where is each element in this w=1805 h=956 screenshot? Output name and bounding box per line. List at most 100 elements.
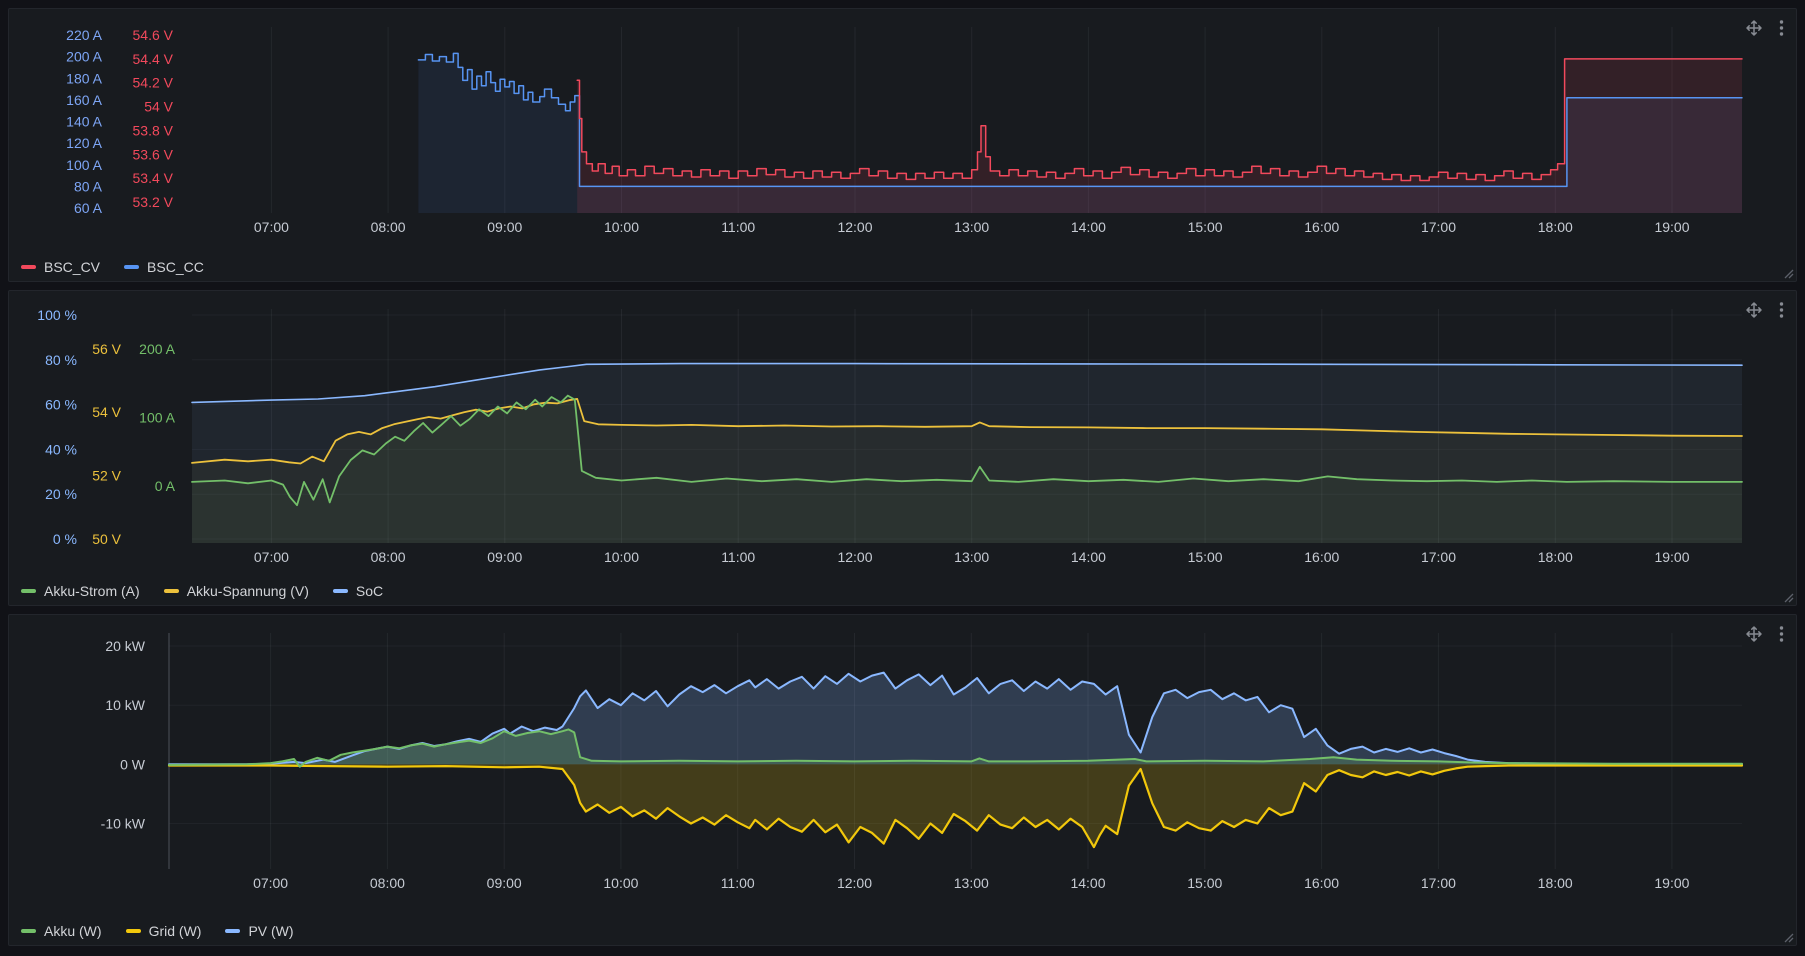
akku-chart: 07:00 08:00 09:00 10:00 11:00 12:00 13:00 14:00…	[17, 297, 1788, 571]
panel-hover-actions	[1745, 19, 1784, 37]
svg-text:11:00: 11:00	[721, 219, 755, 235]
akku-legend: Akku-Strom (A) Akku-Spannung (V) SoC	[21, 584, 383, 598]
svg-text:60 %: 60 %	[45, 397, 77, 413]
svg-text:20 %: 20 %	[45, 486, 77, 502]
svg-text:18:00: 18:00	[1538, 219, 1573, 235]
svg-text:200 A: 200 A	[139, 341, 175, 357]
svg-text:17:00: 17:00	[1421, 219, 1456, 235]
dashboard: 07:00 08:00 09:00 10:00 11:00 12:00 13:00 14:00…	[0, 0, 1805, 956]
svg-text:07:00: 07:00	[253, 875, 288, 891]
chart-canvas: 07:0008:0009:0010:0011:0012:0013:0014:00…	[17, 621, 1788, 911]
legend-label: BSC_CV	[44, 260, 100, 274]
svg-text:12:00: 12:00	[837, 875, 872, 891]
legend-label: Grid (W)	[149, 924, 202, 938]
svg-text:53.8 V: 53.8 V	[133, 122, 174, 138]
svg-text:16:00: 16:00	[1304, 219, 1339, 235]
resize-handle-icon[interactable]	[1782, 591, 1794, 603]
svg-text:08:00: 08:00	[371, 549, 406, 565]
svg-text:140 A: 140 A	[66, 114, 102, 130]
svg-text:14:00: 14:00	[1071, 549, 1106, 565]
svg-text:54.2 V: 54.2 V	[133, 75, 174, 91]
bsc-chart: 07:00 08:00 09:00 10:00 11:00 12:00 13:00 14:00…	[17, 15, 1788, 247]
svg-text:20 kW: 20 kW	[105, 638, 145, 654]
legend-item[interactable]: SoC	[333, 584, 383, 598]
panel-menu-kebab-icon[interactable]	[1779, 301, 1784, 319]
svg-text:10 kW: 10 kW	[105, 697, 145, 713]
svg-text:50 V: 50 V	[92, 531, 121, 547]
legend-swatch-icon	[21, 265, 36, 269]
svg-text:19:00: 19:00	[1654, 219, 1689, 235]
legend-label: Akku-Spannung (V)	[187, 584, 309, 598]
svg-text:0 A: 0 A	[155, 478, 176, 494]
svg-text:200 A: 200 A	[66, 49, 102, 65]
bsc-legend: BSC_CV BSC_CC	[21, 260, 204, 274]
svg-text:08:00: 08:00	[371, 219, 406, 235]
move-panel-icon[interactable]	[1745, 301, 1763, 319]
svg-text:12:00: 12:00	[837, 219, 872, 235]
svg-text:13:00: 13:00	[954, 219, 989, 235]
legend-item[interactable]: Grid (W)	[126, 924, 202, 938]
svg-text:56 V: 56 V	[92, 341, 121, 357]
svg-text:16:00: 16:00	[1304, 875, 1339, 891]
move-panel-icon[interactable]	[1745, 19, 1763, 37]
panel-menu-kebab-icon[interactable]	[1779, 625, 1784, 643]
svg-text:54 V: 54 V	[144, 99, 173, 115]
panel-menu-kebab-icon[interactable]	[1779, 19, 1784, 37]
legend-item[interactable]: Akku-Spannung (V)	[164, 584, 309, 598]
svg-text:54.6 V: 54.6 V	[133, 27, 174, 43]
svg-text:-10 kW: -10 kW	[101, 816, 146, 832]
svg-text:12:00: 12:00	[837, 549, 872, 565]
svg-text:15:00: 15:00	[1188, 549, 1223, 565]
svg-text:53.2 V: 53.2 V	[133, 194, 174, 210]
svg-text:09:00: 09:00	[487, 549, 522, 565]
svg-text:15:00: 15:00	[1187, 875, 1222, 891]
svg-text:13:00: 13:00	[954, 549, 989, 565]
svg-text:10:00: 10:00	[604, 549, 639, 565]
svg-text:54 V: 54 V	[92, 404, 121, 420]
svg-text:0 %: 0 %	[53, 531, 77, 547]
panel-hover-actions	[1745, 301, 1784, 319]
move-panel-icon[interactable]	[1745, 625, 1763, 643]
svg-text:100 A: 100 A	[66, 157, 102, 173]
legend-swatch-icon	[21, 929, 36, 933]
svg-text:14:00: 14:00	[1070, 875, 1105, 891]
svg-text:52 V: 52 V	[92, 468, 121, 484]
svg-text:10:00: 10:00	[603, 875, 638, 891]
svg-text:07:00: 07:00	[254, 549, 289, 565]
resize-handle-icon[interactable]	[1782, 931, 1794, 943]
svg-text:0 W: 0 W	[120, 756, 146, 772]
svg-text:53.4 V: 53.4 V	[133, 170, 174, 186]
svg-text:100 A: 100 A	[139, 410, 175, 426]
svg-text:07:00: 07:00	[254, 219, 289, 235]
svg-text:54.4 V: 54.4 V	[133, 51, 174, 67]
svg-text:09:00: 09:00	[487, 219, 522, 235]
power-legend: Akku (W) Grid (W) PV (W)	[21, 924, 294, 938]
svg-text:11:00: 11:00	[721, 549, 755, 565]
panel-power: 07:0008:0009:0010:0011:0012:0013:0014:00…	[8, 614, 1797, 946]
legend-swatch-icon	[164, 589, 179, 593]
legend-label: SoC	[356, 584, 383, 598]
svg-text:180 A: 180 A	[66, 70, 102, 86]
legend-item[interactable]: PV (W)	[225, 924, 293, 938]
svg-text:19:00: 19:00	[1654, 875, 1689, 891]
resize-handle-icon[interactable]	[1782, 267, 1794, 279]
svg-text:10:00: 10:00	[604, 219, 639, 235]
svg-text:40 %: 40 %	[45, 441, 77, 457]
svg-text:17:00: 17:00	[1421, 549, 1456, 565]
svg-text:15:00: 15:00	[1188, 219, 1223, 235]
svg-text:160 A: 160 A	[66, 92, 102, 108]
svg-text:220 A: 220 A	[66, 27, 102, 43]
legend-swatch-icon	[225, 929, 240, 933]
legend-item[interactable]: Akku (W)	[21, 924, 102, 938]
svg-text:14:00: 14:00	[1071, 219, 1106, 235]
svg-text:53.6 V: 53.6 V	[133, 146, 174, 162]
legend-item[interactable]: BSC_CC	[124, 260, 204, 274]
legend-swatch-icon	[333, 589, 348, 593]
svg-text:18:00: 18:00	[1538, 875, 1573, 891]
legend-item[interactable]: BSC_CV	[21, 260, 100, 274]
legend-swatch-icon	[126, 929, 141, 933]
svg-text:120 A: 120 A	[66, 135, 102, 151]
svg-text:08:00: 08:00	[370, 875, 405, 891]
legend-label: Akku (W)	[44, 924, 102, 938]
legend-item[interactable]: Akku-Strom (A)	[21, 584, 140, 598]
